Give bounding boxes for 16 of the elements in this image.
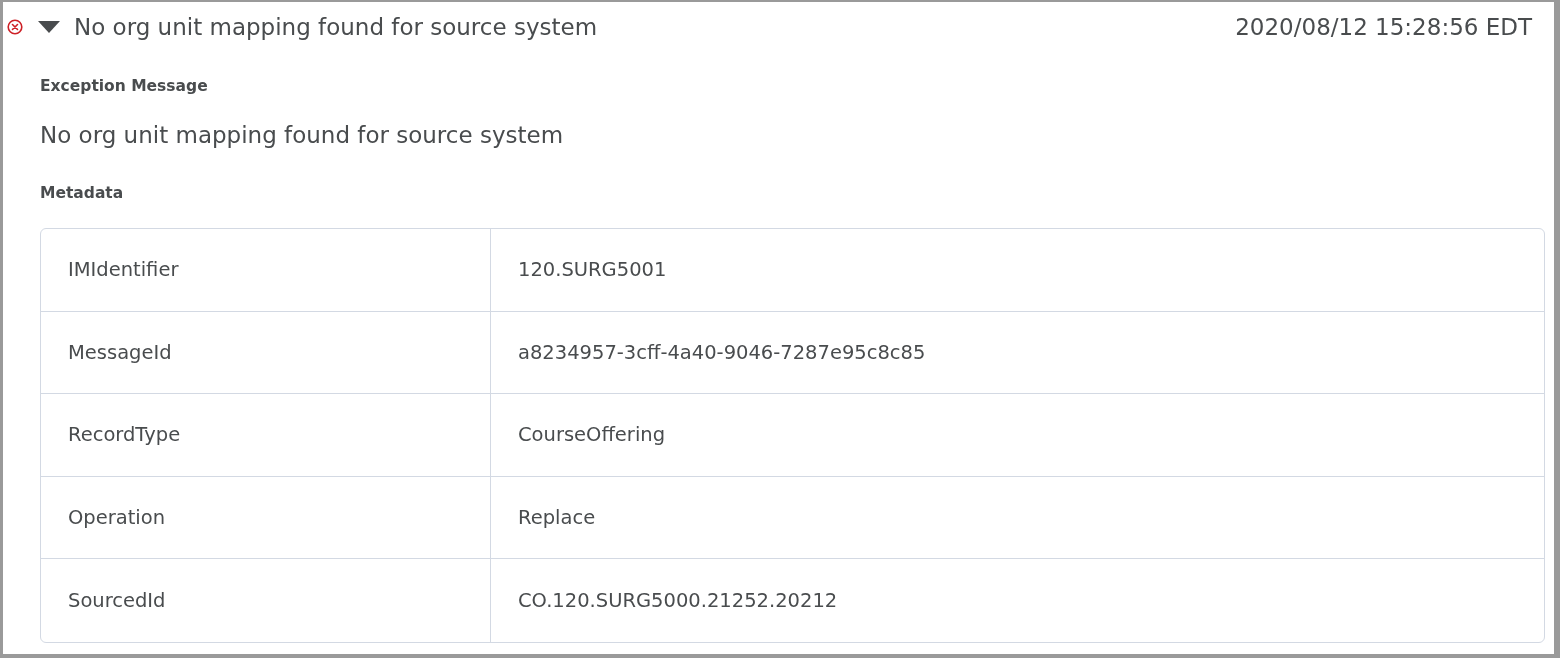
timestamp: 2020/08/12 15:28:56 EDT [1235,14,1532,40]
value-cell-text: CourseOffering [517,422,667,449]
exception-message: No org unit mapping found for source system [40,122,564,148]
key-cell: MessageId [41,311,491,393]
value-cell-text: CO.120.SURG5000.21252.20212 [517,587,839,614]
value-cell-text: 120.SURG5001 [517,257,668,284]
entry-title: No org unit mapping found for source system [74,14,598,40]
value-cell-text: Replace [517,504,597,531]
caret-icon[interactable] [38,21,60,33]
key-cell: RecordType [41,394,491,476]
key-cell: SourcedId [41,559,491,642]
key-cell: IMIdentifier [41,229,491,311]
section-heading: Metadata [40,184,124,202]
section-heading: Exception Message [40,77,208,95]
value-cell-text: a8234957-3cff-4a40-9046-7287e95c8c85 [517,339,927,366]
key-cell: Operation [41,476,491,558]
